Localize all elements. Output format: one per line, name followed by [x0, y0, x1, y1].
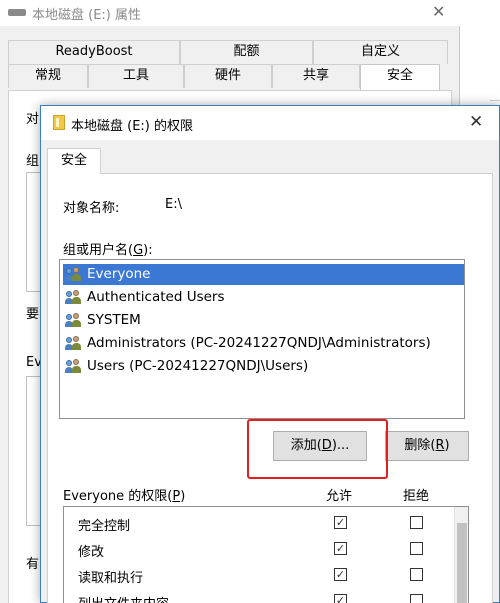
permissions-title: 本地磁盘 (E:) 的权限 [71, 119, 194, 134]
tab-hardware[interactable]: 硬件 [184, 64, 272, 88]
properties-tabrow-2: 常规 工具 硬件 共享 安全 [0, 64, 460, 91]
remove-button-suffix: ) [444, 438, 450, 453]
permission-scrollbar[interactable] [454, 507, 468, 603]
user-name: Administrators (PC-20241227QNDJ\Administ… [87, 335, 431, 351]
deny-header: 拒绝 [403, 489, 430, 504]
tab-security[interactable]: 安全 [360, 64, 440, 91]
folder-icon [53, 115, 65, 130]
permissions-label-text: Everyone 的权限( [63, 489, 173, 504]
permission-row-read-execute: 读取和执行 ✓ [64, 563, 454, 589]
permissions-dialog: 本地磁盘 (E:) 的权限 ✕ 安全 对象名称: E:\ 组或用户名(G): E… [40, 105, 500, 603]
user-row-system[interactable]: SYSTEM [63, 310, 464, 331]
properties-close-icon[interactable]: ✕ [432, 2, 445, 21]
allow-checkbox[interactable]: ✓ [334, 542, 347, 555]
properties-titlebar: 本地磁盘 (E:) 属性 ✕ [0, 0, 460, 26]
tab-readyboost[interactable]: ReadyBoost [8, 40, 180, 64]
tab-customize[interactable]: 自定义 [313, 40, 448, 64]
users-icon [65, 290, 83, 305]
users-icon [65, 359, 83, 374]
deny-checkbox[interactable] [410, 542, 423, 555]
close-icon[interactable]: ✕ [469, 112, 483, 132]
tab-sharing[interactable]: 共享 [272, 64, 360, 88]
permissions-label: Everyone 的权限(P) [63, 485, 185, 504]
deny-checkbox[interactable] [410, 568, 423, 581]
deny-checkbox[interactable] [410, 594, 423, 603]
group-label: 组或用户名(G): [63, 239, 153, 258]
tab-quota[interactable]: 配额 [180, 40, 313, 64]
remove-button-text: 删除( [404, 438, 436, 453]
user-row-authenticated-users[interactable]: Authenticated Users [63, 287, 464, 308]
user-row-everyone[interactable]: Everyone [63, 264, 464, 285]
user-name: Everyone [87, 266, 151, 282]
user-name: Authenticated Users [87, 289, 225, 305]
remove-button-accesskey: R [435, 438, 445, 453]
permissions-label-accesskey: P [172, 489, 181, 504]
allow-checkbox[interactable]: ✓ [334, 516, 347, 529]
allow-header: 允许 [326, 489, 353, 504]
tab-security[interactable]: 安全 [47, 148, 101, 174]
deny-checkbox[interactable] [410, 516, 423, 529]
permission-name: 完全控制 [78, 519, 131, 534]
drive-icon [8, 9, 26, 16]
properties-title: 本地磁盘 (E:) 属性 [32, 8, 142, 23]
permission-name: 列出文件夹内容 [78, 593, 169, 603]
group-label-suffix: ): [143, 243, 153, 258]
permission-name: 读取和执行 [78, 571, 144, 586]
object-name-label: 对象名称: [63, 201, 120, 216]
permission-row-full-control: 完全控制 ✓ [64, 511, 454, 537]
permission-row-list-folder: 列出文件夹内容 ✓ [64, 589, 454, 603]
edge-line [490, 100, 500, 101]
highlight-box [247, 419, 388, 479]
tab-tools[interactable]: 工具 [88, 64, 184, 88]
user-name: SYSTEM [87, 312, 141, 328]
allow-checkbox[interactable]: ✓ [334, 568, 347, 581]
object-name-value: E:\ [165, 197, 182, 212]
allow-checkbox[interactable]: ✓ [334, 594, 347, 603]
bg-fragment-special: 有 [26, 557, 40, 572]
user-row-users[interactable]: Users (PC-20241227QNDJ\Users) [63, 356, 464, 377]
scroll-thumb[interactable] [457, 523, 467, 603]
users-icon [65, 267, 83, 282]
permission-row-modify: 修改 ✓ [64, 537, 454, 563]
permission-list: 完全控制 ✓ 修改 ✓ 读取和执行 ✓ 列出文件夹内容 ✓ [63, 506, 469, 603]
properties-tabrow-1: ReadyBoost 配额 自定义 [0, 40, 460, 64]
user-name: Users (PC-20241227QNDJ\Users) [87, 358, 309, 374]
permissions-label-suffix: ) [180, 489, 186, 504]
remove-button[interactable]: 删除(R) [385, 431, 469, 461]
group-label-accesskey: G [133, 243, 144, 258]
tab-general[interactable]: 常规 [8, 64, 88, 88]
bg-fragment-object: 对 [26, 112, 40, 127]
permissions-titlebar: 本地磁盘 (E:) 的权限 ✕ [41, 106, 499, 140]
user-list[interactable]: Everyone Authenticated Users SYSTEM Admi… [59, 259, 465, 419]
user-row-administrators[interactable]: Administrators (PC-20241227QNDJ\Administ… [63, 333, 464, 354]
group-label-text: 组或用户名( [63, 243, 134, 258]
bg-fragment-group: 组 [26, 154, 40, 169]
users-icon [65, 336, 83, 351]
bg-fragment-change: 要 [26, 307, 40, 322]
users-icon [65, 313, 83, 328]
permission-name: 修改 [78, 545, 105, 560]
